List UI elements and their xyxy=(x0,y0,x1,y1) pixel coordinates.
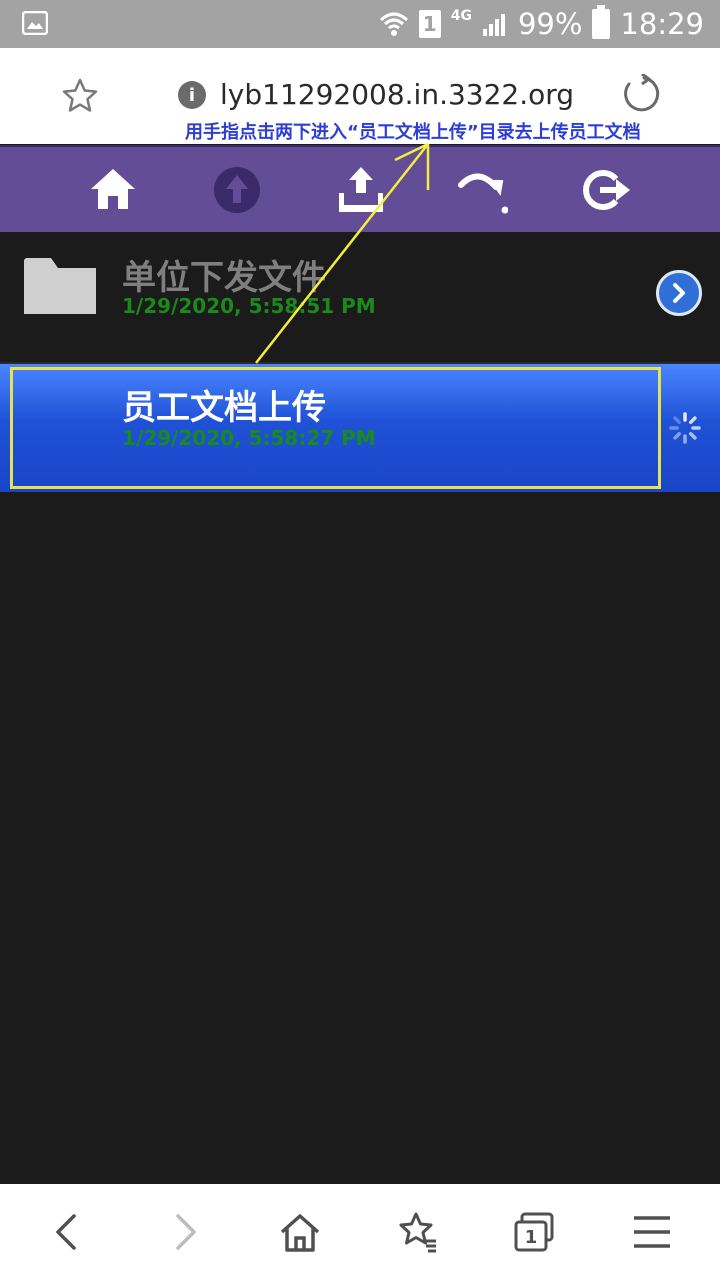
menu-icon[interactable] xyxy=(630,1210,674,1254)
tab-count: 1 xyxy=(525,1227,538,1248)
url-field[interactable]: lyb11292008.in.3322.org xyxy=(220,78,574,111)
reload-icon[interactable] xyxy=(620,74,660,114)
file-date: 1/29/2020, 5:58:51 PM xyxy=(122,294,376,318)
upload-icon[interactable] xyxy=(336,165,386,215)
signal-icon xyxy=(482,14,505,36)
network-type: 4G xyxy=(450,8,472,24)
file-toolbar xyxy=(0,145,720,232)
list-item-selected[interactable]: 员工文档上传 1/29/2020, 5:58:27 PM xyxy=(0,362,720,492)
battery-icon xyxy=(592,5,611,39)
home-icon[interactable] xyxy=(88,165,138,215)
back-icon[interactable] xyxy=(46,1210,90,1254)
open-folder-button[interactable] xyxy=(656,270,702,316)
loading-spinner-icon xyxy=(669,412,701,444)
chevron-right-icon xyxy=(673,283,685,303)
instruction-annotation: 用手指点击两下进入“员工文档上传”目录去上传员工文档 xyxy=(185,122,641,143)
redirect-icon[interactable] xyxy=(458,165,508,215)
browser-bottom-bar: 1 xyxy=(0,1184,720,1280)
up-icon[interactable] xyxy=(212,165,262,215)
wifi-icon xyxy=(379,12,408,36)
status-bar: 1 4G 99% 18:29 xyxy=(0,0,720,48)
folder-icon xyxy=(24,258,96,314)
tabs-icon[interactable]: 1 xyxy=(512,1210,556,1254)
list-item[interactable]: 单位下发文件 1/29/2020, 5:58:51 PM xyxy=(0,234,720,360)
forward-icon[interactable] xyxy=(162,1210,206,1254)
bookmark-star-icon[interactable] xyxy=(60,76,100,116)
home-icon[interactable] xyxy=(278,1210,322,1254)
sim-icon: 1 xyxy=(418,10,441,38)
file-name: 单位下发文件 xyxy=(122,258,326,298)
clock: 18:29 xyxy=(620,7,704,41)
file-name: 员工文档上传 xyxy=(122,388,326,428)
file-date: 1/29/2020, 5:58:27 PM xyxy=(122,426,376,450)
battery-percent: 99% xyxy=(517,7,583,41)
bookmarks-icon[interactable] xyxy=(396,1210,440,1254)
logout-icon[interactable] xyxy=(582,165,632,215)
gallery-icon xyxy=(22,11,48,35)
info-icon[interactable]: i xyxy=(178,81,206,109)
